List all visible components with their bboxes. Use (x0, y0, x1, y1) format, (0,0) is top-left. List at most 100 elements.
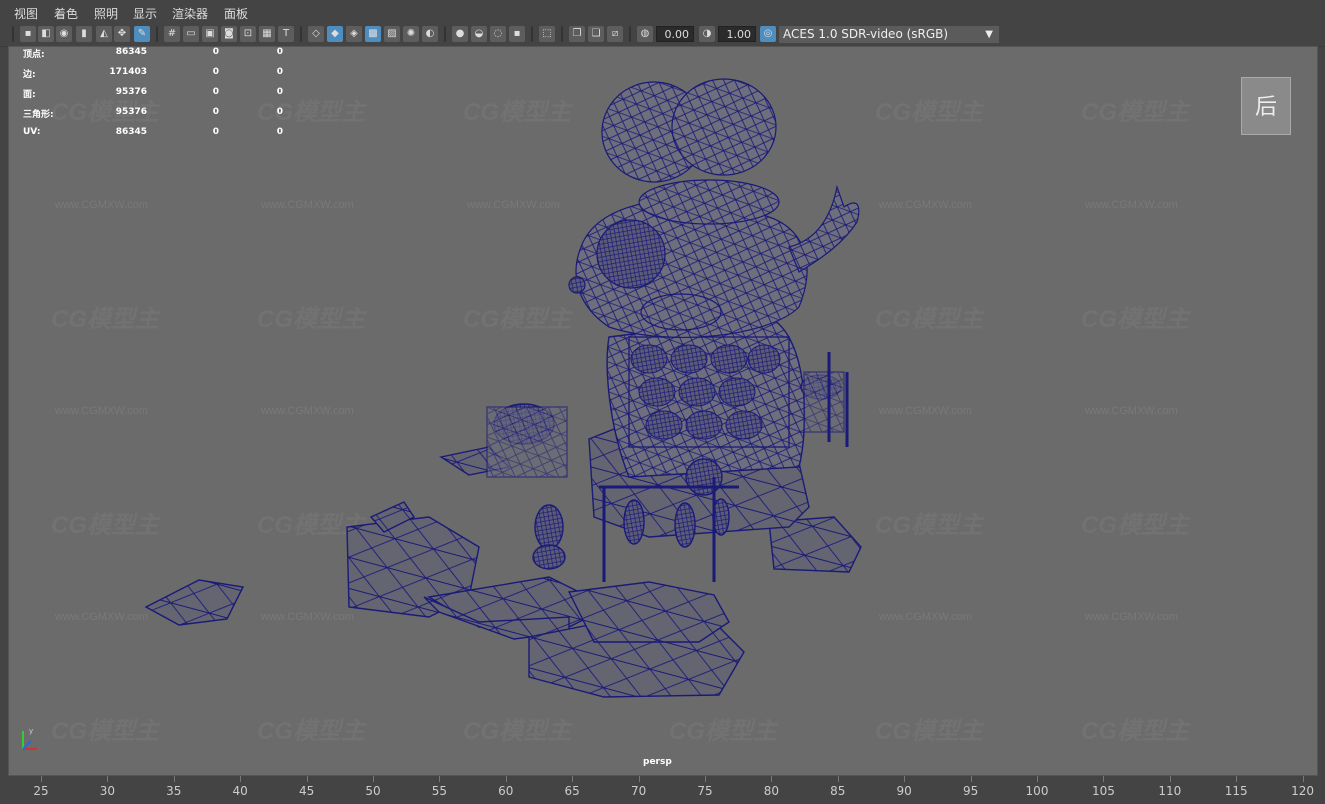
image-plane-icon[interactable]: ▮ (76, 26, 92, 42)
grid-icon[interactable]: # (164, 26, 180, 42)
camera-select-icon[interactable]: ▪ (20, 26, 36, 42)
ruler-label: 45 (298, 784, 315, 798)
ruler-label: 60 (498, 784, 514, 798)
ruler-tick (970, 776, 972, 782)
camera-attributes-icon[interactable]: ◧ (38, 26, 54, 42)
camera-label: persp (643, 757, 672, 767)
ruler-tick (41, 776, 42, 782)
ruler-label: 75 (697, 784, 713, 798)
depth-of-field-icon[interactable]: ▪ (509, 26, 525, 42)
textured-icon[interactable]: ▨ (384, 26, 400, 42)
ruler-label: 35 (166, 784, 182, 798)
pencil-icon[interactable]: ✎ (134, 26, 150, 42)
panel-toolbar: ▪ ◧ ◉ ▮ ◭ ✥ ✎ # ▭ ▣ ◙ ⊡ ▦ T ◇ ◆ ◈ ▩ ▨ ✺ … (0, 24, 1325, 47)
ruler-label: 85 (830, 784, 846, 798)
toolbar-divider (629, 26, 631, 42)
menu-shading[interactable]: 着色 (54, 5, 78, 22)
motion-blur-icon[interactable]: ◒ (471, 26, 487, 42)
toolbar-divider (531, 26, 533, 42)
toolbar-divider (300, 26, 302, 42)
ruler-label: 40 (232, 784, 248, 798)
ruler-tick (904, 776, 906, 782)
menu-renderer[interactable]: 渲染器 (172, 5, 208, 22)
ruler-tick (572, 776, 574, 782)
lights-icon[interactable]: ✺ (403, 26, 419, 42)
wireframe-model[interactable] (9, 47, 1318, 776)
wireframe-on-shaded-icon[interactable]: ▩ (365, 26, 381, 42)
ruler-label: 70 (630, 784, 647, 798)
wireframe-icon[interactable]: ◇ (308, 26, 324, 42)
default-material-icon[interactable]: ◈ (346, 26, 362, 42)
gamma-icon[interactable]: ◑ (699, 26, 715, 42)
resolution-gate-icon[interactable]: ▣ (202, 26, 218, 42)
screen-space-ao-icon[interactable]: ● (452, 26, 468, 42)
safe-action-icon[interactable]: ▦ (259, 26, 275, 42)
ruler-tick (107, 776, 109, 782)
time-slider-ruler[interactable]: 25 30 35 40 45 50 55 60 65 70 75 80 85 90 95 100 105 110 1… (0, 776, 1325, 804)
ruler-label: 25 (33, 784, 49, 798)
shadows-icon[interactable]: ◐ (422, 26, 438, 42)
ruler-tick (505, 776, 507, 782)
ruler-tick (1103, 776, 1105, 782)
ruler-label: 30 (99, 784, 116, 798)
ruler-tick (1302, 776, 1304, 782)
ruler-label: 90 (896, 784, 912, 798)
3d-viewport[interactable]: CG模型主 CG模型主 CG模型主 CG模型主 CG模型主 CG模型主 CG模型… (8, 46, 1318, 776)
chevron-down-icon: ▼ (985, 29, 993, 40)
toolbar-divider (156, 26, 158, 42)
exposure-field[interactable]: 0.00 (656, 26, 694, 42)
ruler-label: 55 (431, 784, 448, 798)
gate-mask-icon[interactable]: ◙ (221, 26, 237, 42)
colorspace-value: ACES 1.0 SDR-video (sRGB) (783, 27, 949, 41)
ruler-label: 110 (1158, 784, 1182, 798)
ruler-tick (771, 776, 773, 782)
gamma-field[interactable]: 1.00 (718, 26, 756, 42)
view-transform-icon[interactable]: ◎ (760, 26, 776, 42)
ruler-label: 50 (365, 784, 381, 798)
anti-aliasing-icon[interactable]: ◌ (490, 26, 506, 42)
ruler-tick (240, 776, 242, 782)
menu-view[interactable]: 视图 (14, 5, 38, 22)
ruler-label: 105 (1091, 784, 1115, 798)
toolbar-divider (12, 26, 14, 42)
xray-joints-icon[interactable]: ❏ (588, 26, 604, 42)
ruler-tick (1236, 776, 1238, 782)
colorspace-dropdown[interactable]: ACES 1.0 SDR-video (sRGB) ▼ (779, 26, 999, 43)
field-chart-icon[interactable]: ⊡ (240, 26, 256, 42)
xray-components-icon[interactable]: ⧄ (607, 26, 623, 42)
axis-gizmo-icon: y (22, 727, 37, 750)
ruler-tick (837, 776, 839, 782)
ruler-label: 95 (962, 784, 979, 798)
toolbar-divider (444, 26, 446, 42)
smooth-shade-icon[interactable]: ◆ (327, 26, 343, 42)
safe-title-icon[interactable]: T (278, 26, 294, 42)
menu-lighting[interactable]: 照明 (94, 5, 118, 22)
view-cube[interactable]: 后 (1241, 77, 1291, 135)
exposure-icon[interactable]: ◍ (637, 26, 653, 42)
ruler-tick (638, 776, 640, 782)
chef-hat (601, 78, 780, 225)
ruler-tick (705, 776, 706, 782)
svg-text:y: y (29, 727, 33, 735)
ruler-tick (306, 776, 308, 782)
menu-show[interactable]: 显示 (133, 5, 157, 22)
menu-bar: 视图 着色 照明 显示 渲染器 面板 (0, 0, 1325, 24)
2d-pan-icon[interactable]: ◭ (96, 26, 112, 42)
grease-pencil-icon[interactable]: ✥ (114, 26, 130, 42)
ruler-tick (173, 776, 175, 782)
ruler-tick (439, 776, 441, 782)
ruler-label: 100 (1025, 784, 1049, 798)
xray-icon[interactable]: ❐ (569, 26, 585, 42)
isolate-select-icon[interactable]: ⬚ (539, 26, 555, 42)
ruler-label: 80 (763, 784, 780, 798)
menu-panels[interactable]: 面板 (224, 5, 248, 22)
ruler-label: 115 (1224, 784, 1248, 798)
ruler-tick (373, 776, 374, 782)
ruler-label: 120 (1291, 784, 1315, 798)
ruler-label: 65 (564, 784, 580, 798)
ruler-tick (1169, 776, 1171, 782)
film-gate-icon[interactable]: ▭ (183, 26, 199, 42)
bookmark-icon[interactable]: ◉ (56, 26, 72, 42)
ruler-tick (1037, 776, 1038, 782)
toolbar-divider (561, 26, 563, 42)
